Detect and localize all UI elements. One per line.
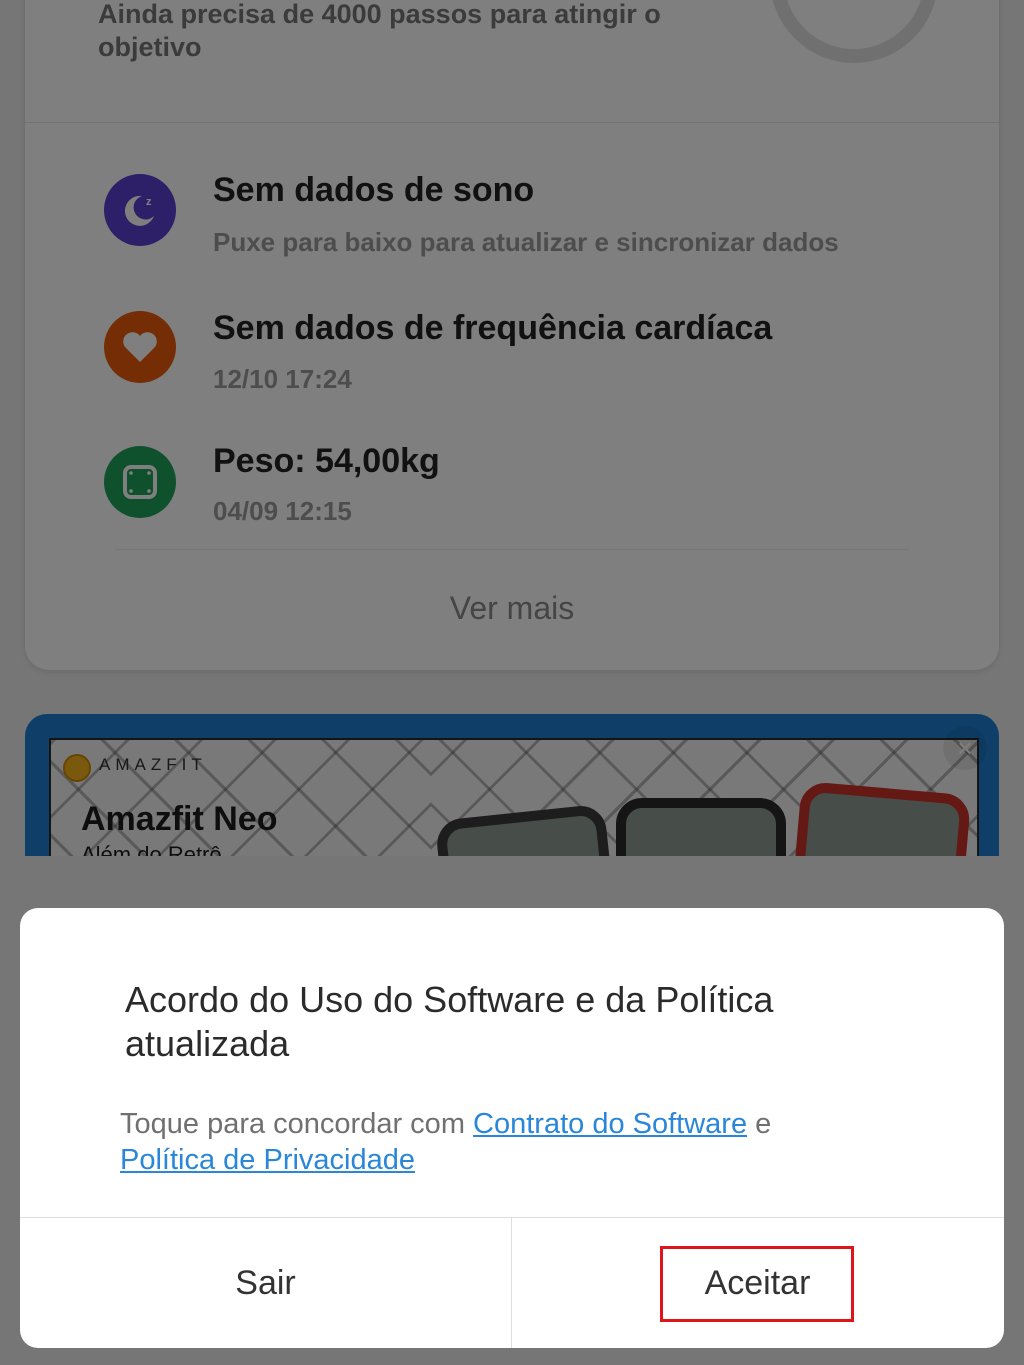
dialog-body-text: Toque para concordar com	[120, 1108, 474, 1140]
software-contract-link[interactable]: Contrato do Software	[473, 1108, 747, 1140]
agreement-dialog: Acordo do Uso do Software e da Política …	[20, 908, 1004, 1348]
accept-highlight-box	[660, 1246, 854, 1322]
dialog-body: Toque para concordar com Contrato do Sof…	[120, 1106, 880, 1178]
dialog-title: Acordo do Uso do Software e da Política …	[125, 979, 774, 1064]
privacy-policy-link[interactable]: Política de Privacidade	[120, 1144, 415, 1176]
dialog-body-join: e	[747, 1108, 772, 1140]
exit-button[interactable]: Sair	[20, 1218, 511, 1348]
